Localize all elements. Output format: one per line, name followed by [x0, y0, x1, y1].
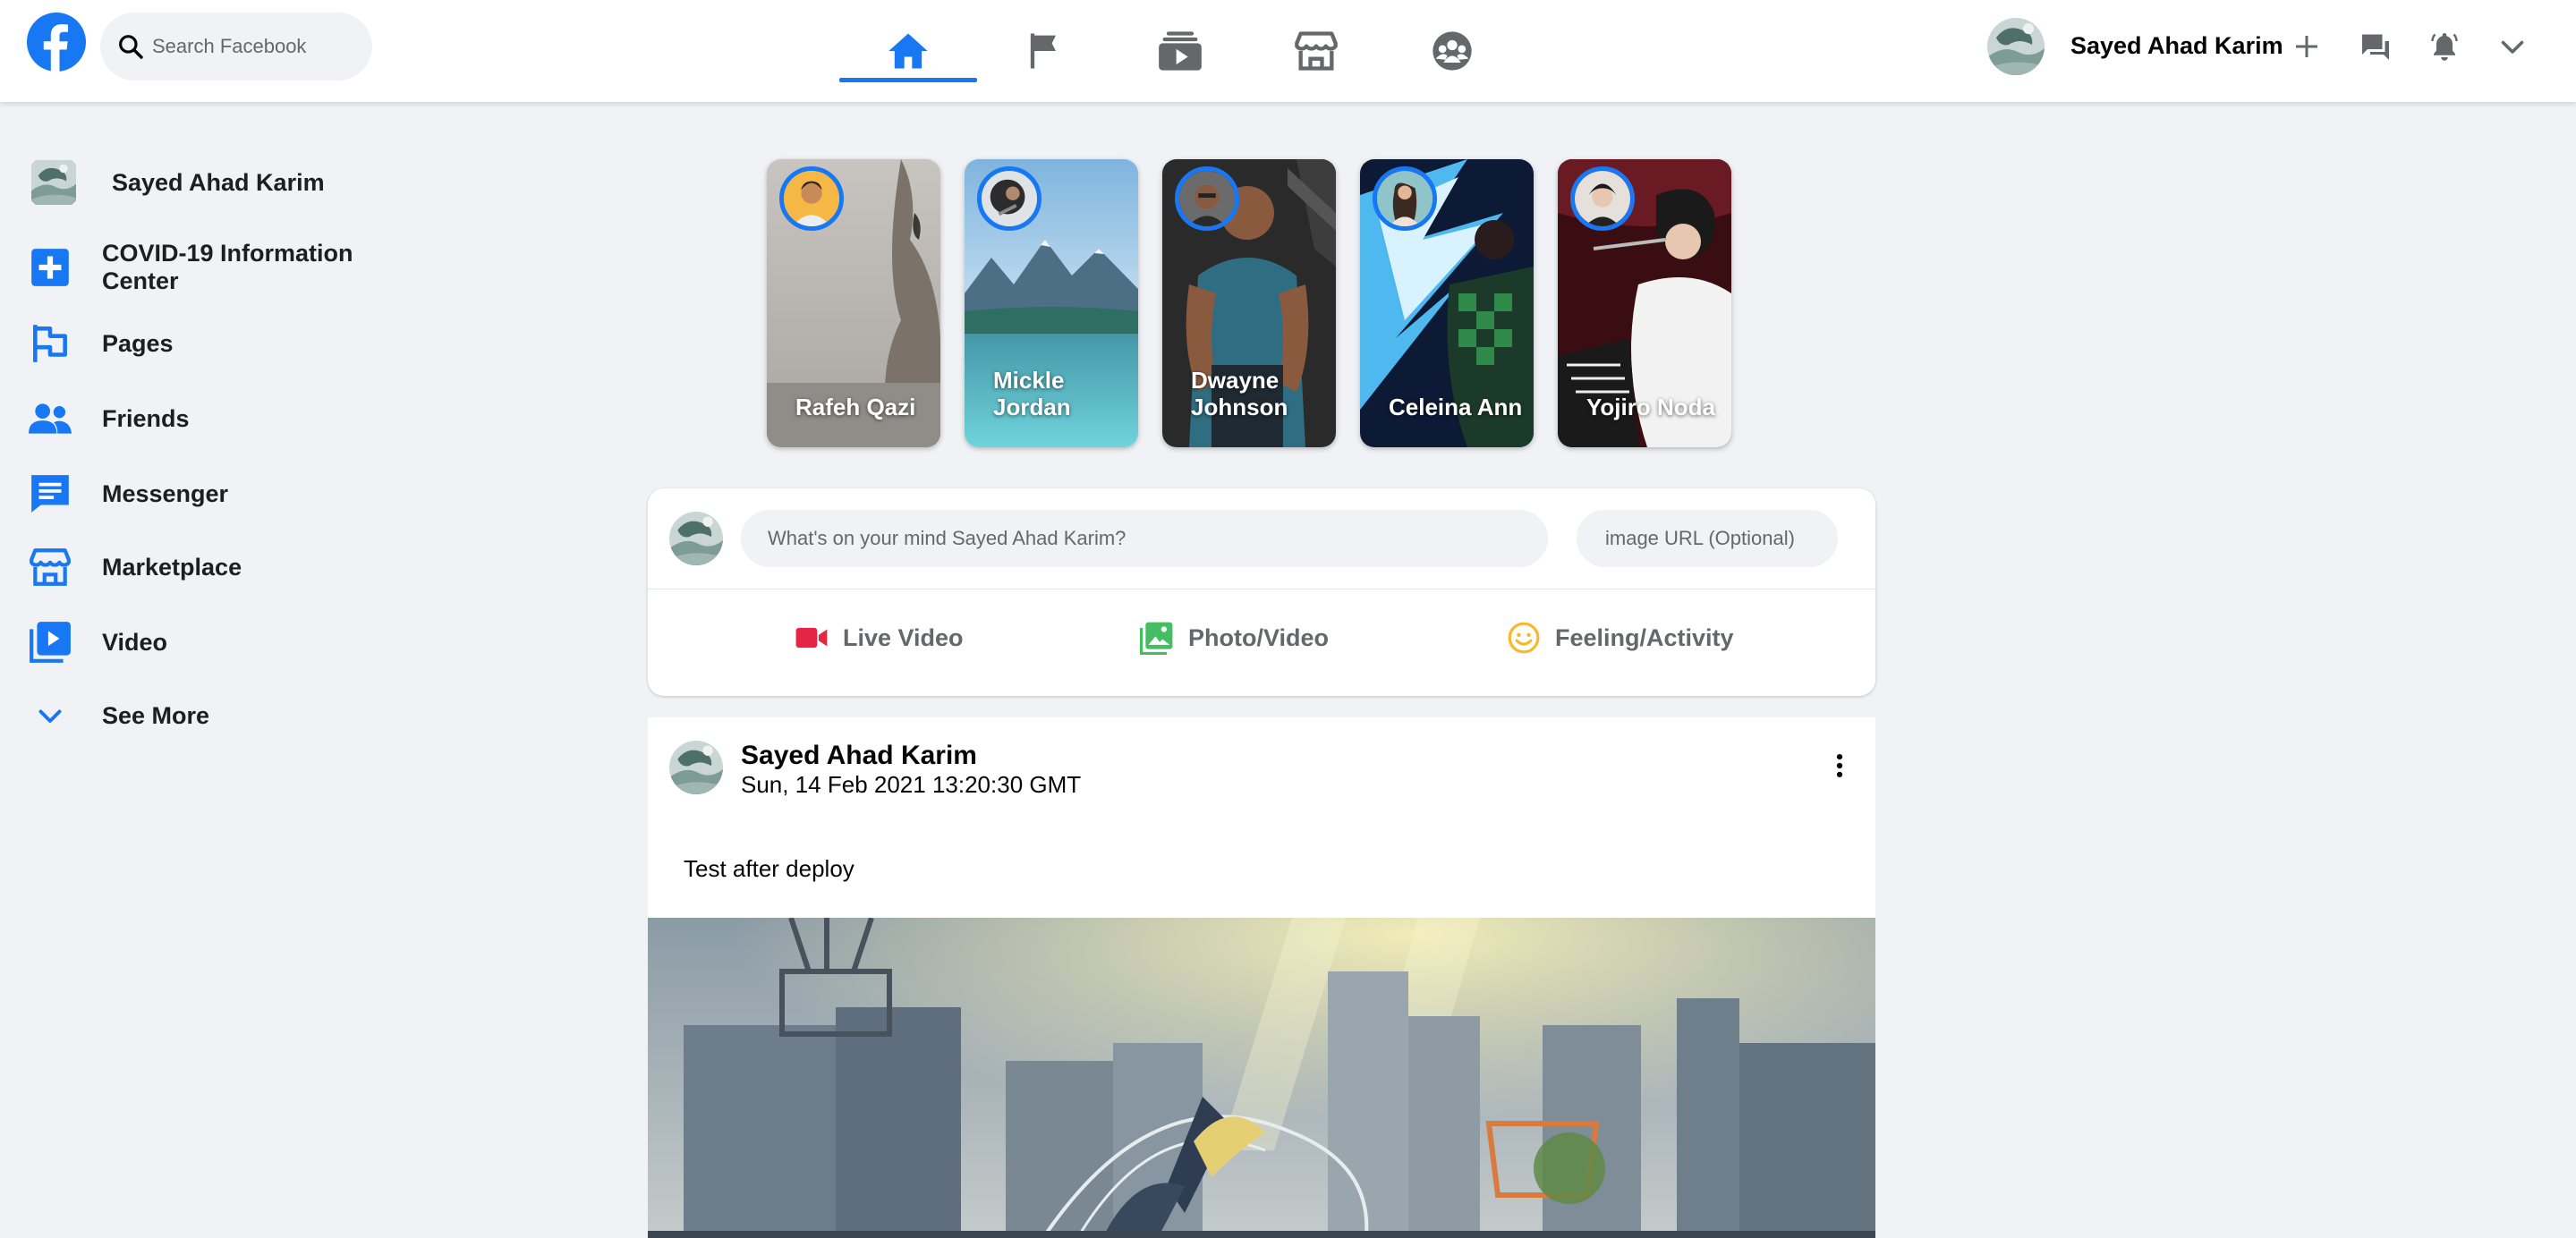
sidebar-item-messenger[interactable]: Messenger: [25, 469, 228, 519]
post-text: Test after deploy: [684, 855, 854, 882]
create-button[interactable]: [2283, 23, 2330, 70]
sidebar-item-covid[interactable]: COVID-19 Information Center: [25, 240, 361, 295]
sidebar-user-name: Sayed Ahad Karim: [112, 168, 325, 196]
header-avatar[interactable]: [1987, 18, 2045, 75]
story-avatar: [1570, 166, 1635, 231]
search-bar[interactable]: [100, 13, 372, 81]
live-video-button[interactable]: Live Video: [795, 621, 964, 655]
chevron-down-icon: [2501, 40, 2524, 54]
image-url-input[interactable]: [1577, 510, 1838, 567]
story-avatar: [779, 166, 844, 231]
search-icon: [119, 35, 143, 59]
marketplace-icon: [25, 542, 75, 592]
post-composer: [648, 488, 1875, 696]
live-video-icon: [795, 627, 828, 649]
messenger-button[interactable]: [2352, 23, 2399, 70]
story-name: Yojiro Noda: [1586, 394, 1715, 420]
nav-groups-tab[interactable]: [1383, 0, 1521, 102]
notifications-icon: [2431, 33, 2458, 61]
post-options-button[interactable]: [1822, 748, 1858, 784]
nav-pages-tab[interactable]: [975, 0, 1113, 102]
photo-icon: [1140, 622, 1173, 655]
post-image[interactable]: [648, 918, 1875, 1238]
status-input[interactable]: [741, 510, 1548, 567]
sidebar-item-video[interactable]: Video: [25, 617, 167, 667]
notifications-button[interactable]: [2421, 23, 2468, 70]
post-author-avatar[interactable]: [669, 741, 723, 794]
sidebar-item-pages[interactable]: Pages: [25, 318, 174, 369]
chevron-down-icon: [25, 691, 75, 741]
story-card[interactable]: Mickle Jordan: [965, 159, 1138, 447]
post-author-name[interactable]: Sayed Ahad Karim: [741, 741, 977, 771]
groups-icon: [1433, 31, 1472, 71]
pages-flag-icon: [25, 318, 75, 369]
nav-watch-tab[interactable]: [1111, 0, 1249, 102]
account-menu-button[interactable]: [2489, 23, 2536, 70]
home-icon: [888, 33, 928, 69]
plus-icon: [2296, 36, 2317, 57]
story-card[interactable]: Celeina Ann: [1360, 159, 1534, 447]
sidebar-item-label: Pages: [102, 329, 174, 357]
more-options-icon: [1836, 753, 1843, 778]
story-avatar: [1175, 166, 1239, 231]
sidebar-item-friends[interactable]: Friends: [25, 394, 190, 444]
sidebar-avatar: [25, 154, 82, 211]
story-card[interactable]: Rafeh Qazi: [767, 159, 940, 447]
story-avatar: [1373, 166, 1437, 231]
facebook-logo-icon[interactable]: [27, 13, 86, 72]
feeling-icon: [1508, 622, 1540, 654]
sidebar-item-label: Friends: [102, 404, 190, 432]
feed-post: Sayed Ahad Karim Sun, 14 Feb 2021 13:20:…: [648, 717, 1875, 1238]
photo-video-label: Photo/Video: [1188, 623, 1330, 651]
top-navbar: Sayed Ahad Karim: [0, 0, 2576, 102]
composer-avatar: [669, 512, 723, 565]
friends-icon: [25, 394, 75, 444]
feeling-activity-button[interactable]: Feeling/Activity: [1507, 621, 1734, 655]
photo-video-button[interactable]: Photo/Video: [1140, 621, 1329, 655]
story-card[interactable]: Dwayne Johnson: [1162, 159, 1336, 447]
sidebar-item-label: Video: [102, 628, 168, 656]
pages-flag-icon: [1030, 33, 1056, 69]
sidebar-item-label: See More: [102, 701, 210, 729]
sidebar-item-label: Messenger: [102, 479, 229, 507]
sidebar-item-label: COVID-19 Information Center: [102, 240, 353, 294]
story-card[interactable]: Yojiro Noda: [1558, 159, 1731, 447]
video-icon: [25, 617, 75, 667]
story-name: Mickle Jordan: [993, 367, 1071, 420]
marketplace-icon: [1295, 31, 1338, 71]
live-video-label: Live Video: [843, 623, 964, 651]
sidebar-profile[interactable]: Sayed Ahad Karim: [25, 154, 325, 211]
messenger-icon: [2362, 34, 2389, 60]
nav-marketplace-tab[interactable]: [1247, 0, 1385, 102]
watch-icon: [1159, 31, 1202, 71]
sidebar-item-see-more[interactable]: See More: [25, 691, 209, 741]
sidebar-item-marketplace[interactable]: Marketplace: [25, 542, 242, 592]
covid-info-icon: [25, 242, 75, 293]
post-timestamp: Sun, 14 Feb 2021 13:20:30 GMT: [741, 771, 1082, 798]
story-avatar: [977, 166, 1041, 231]
search-input[interactable]: [152, 35, 358, 58]
messenger-icon: [25, 469, 75, 519]
feeling-activity-label: Feeling/Activity: [1555, 623, 1734, 651]
story-name: Dwayne Johnson: [1191, 367, 1288, 420]
story-name: Rafeh Qazi: [795, 394, 916, 420]
nav-home-tab[interactable]: [839, 0, 977, 102]
sidebar-item-label: Marketplace: [102, 553, 242, 581]
header-user-name[interactable]: Sayed Ahad Karim: [2070, 32, 2283, 60]
story-name: Celeina Ann: [1389, 394, 1523, 420]
